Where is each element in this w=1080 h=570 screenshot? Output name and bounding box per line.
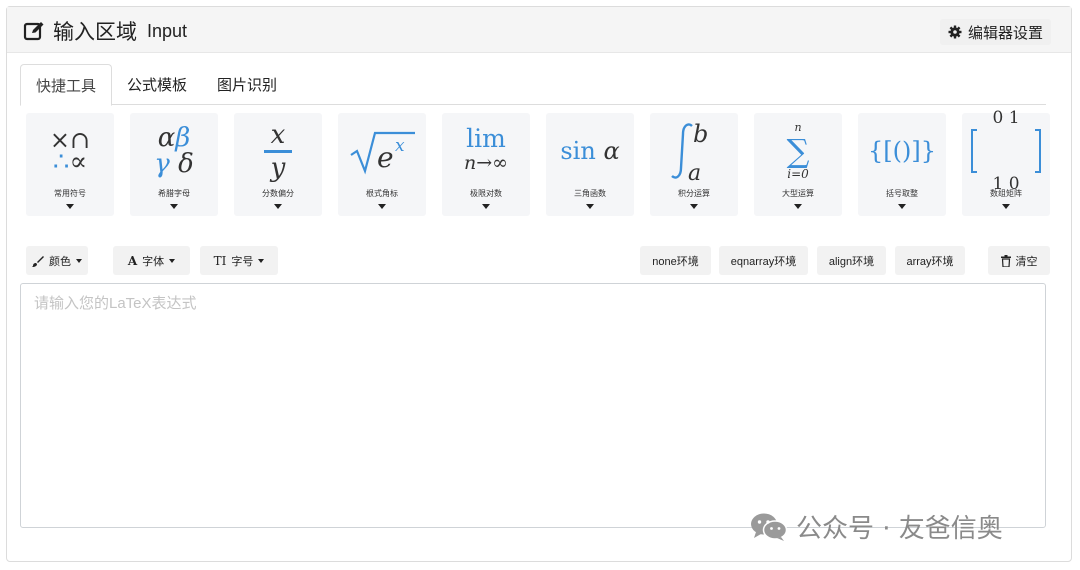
tool-label: 数组矩阵: [990, 189, 1022, 198]
tool-label: 大型运算: [782, 189, 814, 198]
caret-down-icon: [274, 204, 282, 209]
tool-limits-logs[interactable]: lim n→∞ 极限对数: [442, 113, 530, 216]
svg-text:e: e: [377, 141, 394, 174]
tool-label: 积分运算: [678, 189, 710, 198]
color-dropdown[interactable]: 颜色: [26, 246, 88, 275]
tool-fractions[interactable]: x y 分数偏分: [234, 113, 322, 216]
caret-down-icon: [258, 258, 265, 263]
caret-down-icon: [482, 204, 490, 209]
panel-title: 输入区域 Input: [23, 16, 187, 46]
tool-palette: ×∩ ∴∝ 常用符号 αβ γ δ 希腊字母 x y 分数偏分 e x 根式角标…: [20, 108, 1050, 221]
therefore-symbol: ∴: [52, 147, 70, 177]
tool-label: 常用符号: [54, 189, 86, 198]
tool-common-symbols[interactable]: ×∩ ∴∝ 常用符号: [26, 113, 114, 216]
tool-brackets[interactable]: {[()]} 括号取整: [858, 113, 946, 216]
tool-label: 分数偏分: [262, 189, 294, 198]
editor-settings-label: 编辑器设置: [967, 24, 1043, 42]
caret-down-icon: [66, 204, 74, 209]
caret-down-icon: [586, 204, 594, 209]
panel-title-text: 输入区域: [53, 20, 137, 44]
text-height-icon: TI: [213, 253, 227, 268]
caret-down-icon: [1002, 204, 1010, 209]
integral-glyph: b a: [650, 117, 738, 185]
integral-symbol: b a: [671, 120, 708, 182]
env-align-button[interactable]: align环境: [817, 246, 886, 275]
color-label: 颜色: [49, 255, 71, 268]
font-size-label: 字号: [231, 255, 254, 268]
tab-shortcut-tools[interactable]: 快捷工具: [20, 64, 113, 106]
tab-image-recognition[interactable]: 图片识别: [202, 64, 292, 105]
radical-glyph: e x: [338, 117, 426, 185]
caret-down-icon: [170, 204, 178, 209]
tool-label: 根式角标: [366, 189, 398, 198]
tool-large-operators[interactable]: n ∑ i=0 大型运算: [754, 113, 842, 216]
trash-icon: [1000, 254, 1011, 267]
tool-label: 极限对数: [470, 189, 502, 198]
sqrt-symbol: e x: [350, 131, 415, 175]
edit-icon: [23, 22, 44, 41]
caret-down-icon: [378, 204, 386, 209]
font-size-dropdown[interactable]: TI 字号: [200, 246, 278, 275]
editor-settings-button[interactable]: 编辑器设置: [939, 19, 1051, 45]
panel-header: 输入区域 Input 编辑器设置: [7, 7, 1071, 53]
caret-down-icon: [898, 204, 906, 209]
tool-label: 希腊字母: [158, 189, 190, 198]
tool-tabs: 快捷工具 公式模板 图片识别: [20, 64, 1046, 106]
trig-glyph: sin α: [560, 137, 620, 165]
common-symbols-glyph: ×∩ ∴∝: [49, 126, 91, 177]
tool-integrals[interactable]: b a 积分运算: [650, 113, 738, 216]
tool-label: 括号取整: [886, 189, 918, 198]
svg-text:b: b: [693, 120, 708, 148]
tool-greek-letters[interactable]: αβ γ δ 希腊字母: [130, 113, 218, 216]
caret-down-icon: [794, 204, 802, 209]
clear-label: 清空: [1015, 255, 1038, 268]
env-array-button[interactable]: array环境: [895, 246, 965, 275]
watermark: 公众号 · 友爸信奥: [750, 508, 1003, 545]
font-dropdown[interactable]: A 字体: [113, 246, 190, 275]
limit-glyph: lim n→∞: [464, 124, 508, 174]
font-label: 字体: [142, 255, 165, 268]
env-eqnarray-button[interactable]: eqnarray环境: [719, 246, 808, 275]
tool-label: 三角函数: [574, 189, 606, 198]
caret-down-icon: [76, 258, 82, 263]
svg-text:a: a: [688, 161, 701, 182]
greek-letters-glyph: αβ γ δ: [154, 123, 194, 179]
tool-radicals[interactable]: e x 根式角标: [338, 113, 426, 216]
clear-button[interactable]: 清空: [988, 246, 1050, 275]
gear-icon: [948, 25, 962, 39]
sum-glyph: n ∑ i=0: [786, 121, 810, 181]
svg-text:x: x: [395, 136, 405, 156]
watermark-text: 公众号 · 友爸信奥: [796, 514, 1003, 544]
latex-editor[interactable]: 请输入您的LaTeX表达式: [20, 283, 1046, 528]
matrix-glyph: 0 1 1 0: [962, 108, 1050, 194]
panel-subtitle: Input: [147, 20, 188, 41]
latex-editor-placeholder: 请输入您的LaTeX表达式: [34, 295, 197, 312]
tab-formula-templates[interactable]: 公式模板: [112, 64, 202, 105]
format-toolbar: 颜色 A 字体 TI 字号 none环境 eqnarray环境 align环境 …: [20, 246, 1050, 276]
caret-down-icon: [690, 204, 698, 209]
env-none-button[interactable]: none环境: [640, 246, 711, 275]
brackets-glyph: {[()]}: [868, 137, 936, 165]
tool-trig-functions[interactable]: sin α 三角函数: [546, 113, 634, 216]
font-icon: A: [127, 253, 138, 268]
caret-down-icon: [169, 258, 176, 263]
tool-matrices[interactable]: 0 1 1 0 数组矩阵: [962, 108, 1050, 216]
fraction-glyph: x y: [234, 117, 322, 185]
brush-icon: [32, 255, 44, 267]
wechat-icon: [751, 513, 788, 541]
